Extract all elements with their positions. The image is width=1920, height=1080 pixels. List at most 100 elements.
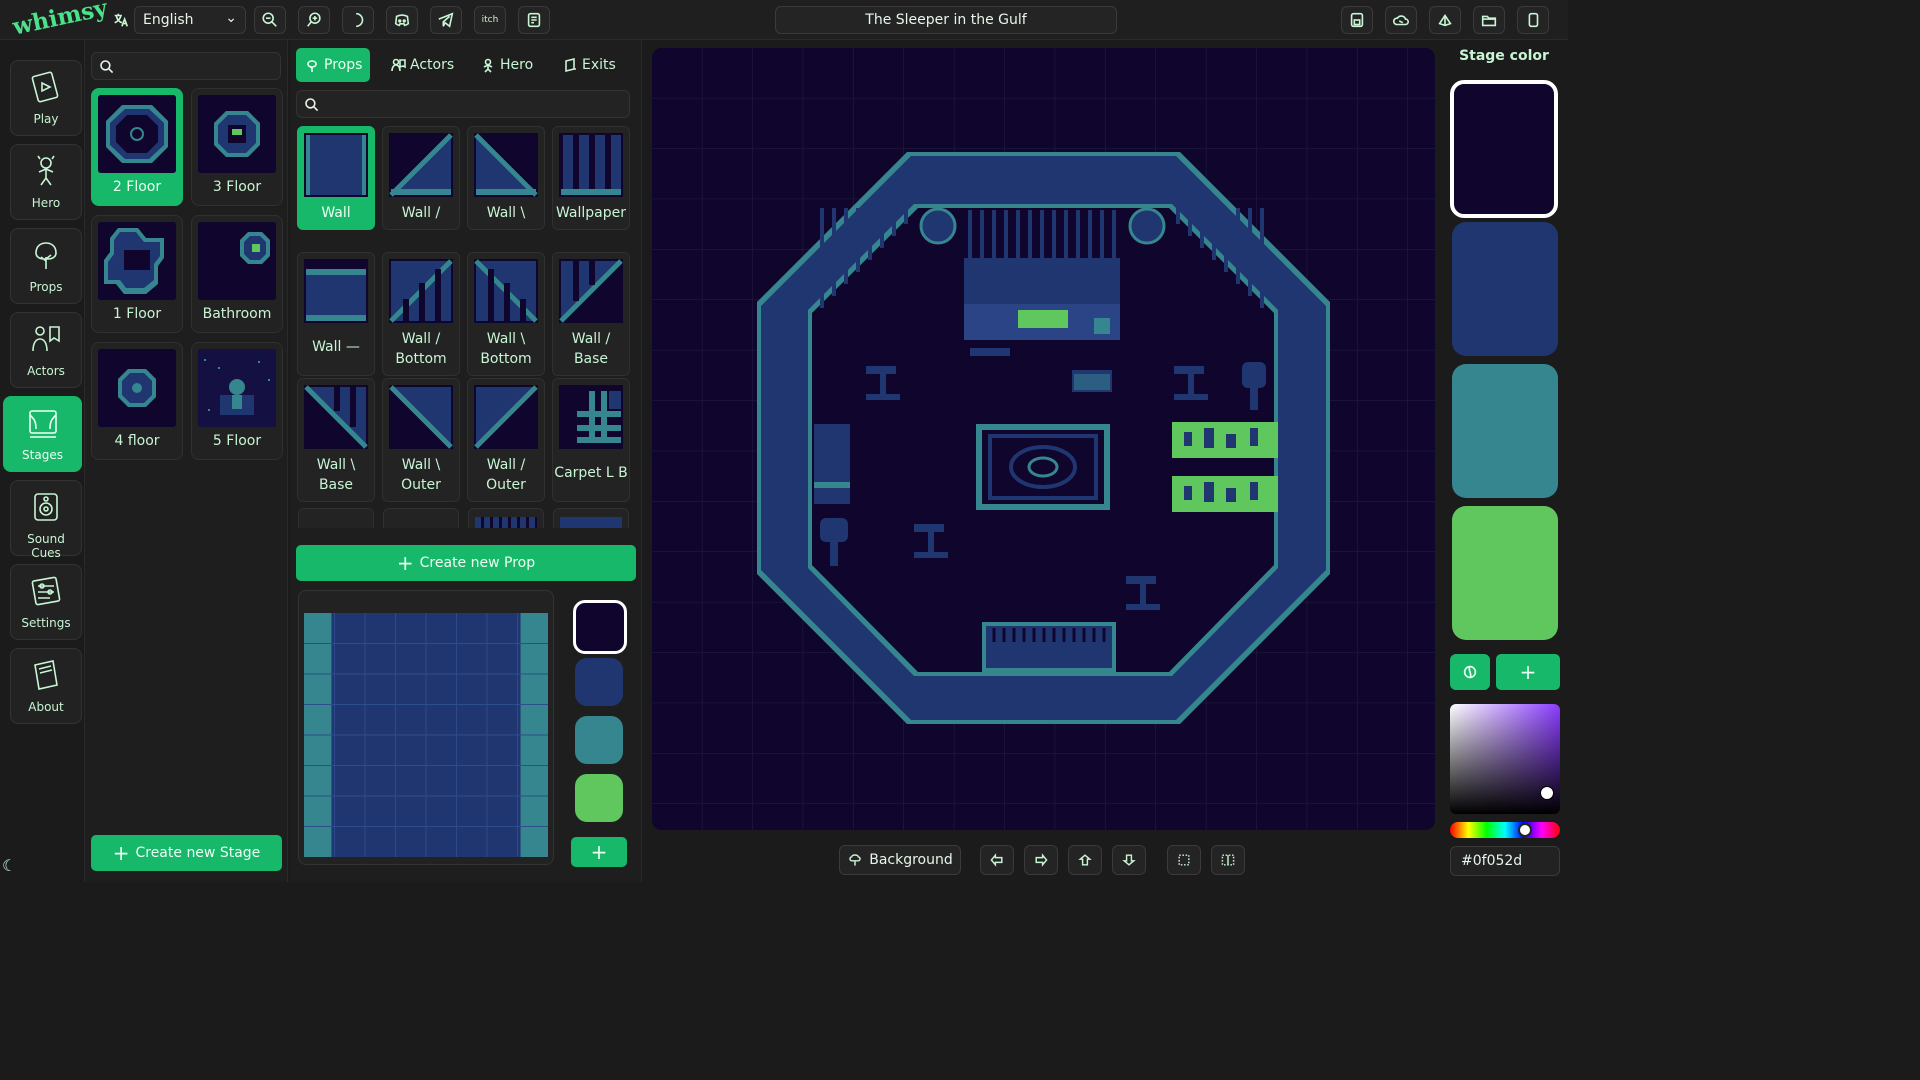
palette-swatch[interactable] — [575, 774, 623, 822]
select-button[interactable] — [1167, 845, 1201, 875]
add-color-button[interactable]: + — [571, 837, 627, 867]
nav-item-sound-cues[interactable]: Sound Cues — [10, 480, 82, 560]
nav-item-stages[interactable]: Stages — [3, 396, 82, 472]
dark-mode-icon[interactable] — [342, 6, 374, 34]
nav-item-about[interactable]: About — [10, 648, 82, 724]
background-layer-button[interactable]: Background — [839, 845, 961, 875]
nav-item-play[interactable]: Play — [10, 60, 82, 136]
game-title[interactable]: The Sleeper in the Gulf — [775, 6, 1117, 34]
telegram-icon[interactable] — [430, 6, 462, 34]
prop-thumbnail — [474, 259, 538, 323]
palette-swatch[interactable] — [575, 716, 623, 764]
stage-label: 4 floor — [114, 433, 160, 449]
nav-item-props[interactable]: Props — [10, 228, 82, 304]
stage-map[interactable] — [652, 48, 1435, 830]
zoom-in-icon[interactable] — [298, 6, 330, 34]
nav-item-settings[interactable]: Settings — [10, 564, 82, 640]
prop-card[interactable]: Wall — — [297, 252, 375, 376]
prop-card[interactable]: Wall \ Outer — [382, 378, 460, 502]
hero-tab-icon — [483, 58, 493, 73]
prop-card[interactable]: Wall / Bottom — [382, 252, 460, 376]
discord-icon[interactable] — [386, 6, 418, 34]
folder-open-icon[interactable] — [1473, 6, 1505, 34]
itch-icon[interactable]: itch — [474, 6, 506, 34]
save-icon[interactable] — [1341, 6, 1373, 34]
stage-label: 1 Floor — [112, 306, 162, 322]
prop-thumbnail — [389, 259, 453, 323]
arrow-up-button[interactable] — [1068, 845, 1102, 875]
tab-exits[interactable]: Exits — [554, 48, 624, 82]
select-area-button[interactable] — [1211, 845, 1245, 875]
cloud-icon[interactable] — [1385, 6, 1417, 34]
eyedropper-button[interactable] — [1450, 654, 1490, 690]
prop-card[interactable]: Wall \ — [467, 126, 545, 230]
prop-card[interactable]: Wall / Outer — [467, 378, 545, 502]
pixel-editor-canvas[interactable] — [304, 613, 548, 857]
palette-swatch[interactable] — [575, 658, 623, 706]
zoom-out-icon[interactable] — [254, 6, 286, 34]
stage-card[interactable]: 5 Floor — [191, 342, 283, 460]
stages-panel: + Create new Stage 2 Floor 3 Floor 1 Floor B… — [84, 40, 288, 882]
stage-card[interactable]: 2 Floor — [91, 88, 183, 206]
nav-item-actors[interactable]: Actors — [10, 312, 82, 388]
stage-thumbnail — [98, 222, 176, 300]
prop-search-input[interactable] — [296, 90, 630, 118]
stage-card[interactable]: 1 Floor — [91, 215, 183, 333]
stage-thumbnail — [198, 95, 276, 173]
prop-label-line2: Bottom — [480, 351, 532, 367]
prop-label-line2: Bottom — [395, 351, 447, 367]
stage-card[interactable]: 4 floor — [91, 342, 183, 460]
prop-card[interactable]: Wallpaper — [552, 126, 630, 230]
prop-card[interactable]: Wall / — [382, 126, 460, 230]
arrow-left-button[interactable] — [980, 845, 1014, 875]
nav-label: Play — [33, 112, 59, 126]
prop-thumbnail — [389, 133, 453, 197]
tree-icon — [849, 854, 861, 866]
arrow-right-button[interactable] — [1024, 845, 1058, 875]
add-stage-color-button[interactable]: + — [1496, 654, 1560, 690]
arrow-down-button[interactable] — [1112, 845, 1146, 875]
prop-card[interactable]: Wall \ Base — [297, 378, 375, 502]
cloud-upload-icon[interactable] — [1429, 6, 1461, 34]
prop-label: Wall / — [383, 203, 459, 223]
prop-card[interactable]: Wall — [297, 126, 375, 230]
stage-thumbnail — [98, 95, 176, 173]
theme-moon-icon[interactable]: ☾ — [2, 856, 16, 875]
gradient-handle[interactable] — [1540, 786, 1554, 800]
prop-card[interactable]: Wall \ Bottom — [467, 252, 545, 376]
stage-color-swatch[interactable] — [1452, 364, 1558, 498]
create-stage-button[interactable]: + Create new Stage — [91, 835, 282, 871]
tree-icon — [35, 242, 57, 269]
tab-hero[interactable]: Hero — [472, 48, 541, 82]
stage-color-swatch[interactable] — [1450, 80, 1558, 218]
create-prop-button[interactable]: + Create new Prop — [296, 545, 636, 581]
tab-props[interactable]: Props — [296, 48, 371, 82]
hex-input[interactable]: #0f052d — [1450, 846, 1560, 876]
prop-label-line1: Wall / — [401, 205, 441, 221]
palette-swatch[interactable] — [573, 600, 627, 654]
stage-color-swatch[interactable] — [1452, 222, 1558, 356]
prop-card[interactable]: Carpet L B — [552, 378, 630, 502]
color-gradient-picker[interactable] — [1450, 704, 1560, 814]
translate-icon — [105, 6, 137, 34]
stage-color-swatch[interactable] — [1452, 506, 1558, 640]
hue-handle[interactable] — [1518, 823, 1532, 837]
mobile-icon[interactable] — [1517, 6, 1549, 34]
prop-label: Wall \ Bottom — [468, 329, 544, 369]
prop-label: Carpet L B — [553, 463, 629, 483]
prop-label-line1: Wall \ — [486, 205, 526, 221]
stage-card[interactable]: 3 Floor — [191, 88, 283, 206]
stage-card[interactable]: Bathroom — [191, 215, 283, 333]
tab-actors[interactable]: Actors — [382, 48, 462, 82]
prop-label: Wall — — [298, 337, 374, 357]
hue-slider[interactable] — [1450, 822, 1560, 838]
prop-card[interactable]: Wall / Base — [552, 252, 630, 376]
language-select[interactable]: English ⌄ — [134, 6, 246, 34]
document-icon[interactable] — [518, 6, 550, 34]
prop-label-line1: Carpet L B — [554, 465, 628, 481]
stage-search-input[interactable] — [91, 52, 281, 80]
nav-item-hero[interactable]: Hero — [10, 144, 82, 220]
prop-label: Wallpaper — [553, 203, 629, 223]
arrow-right-icon — [1035, 853, 1048, 867]
stage-canvas[interactable] — [652, 48, 1435, 830]
